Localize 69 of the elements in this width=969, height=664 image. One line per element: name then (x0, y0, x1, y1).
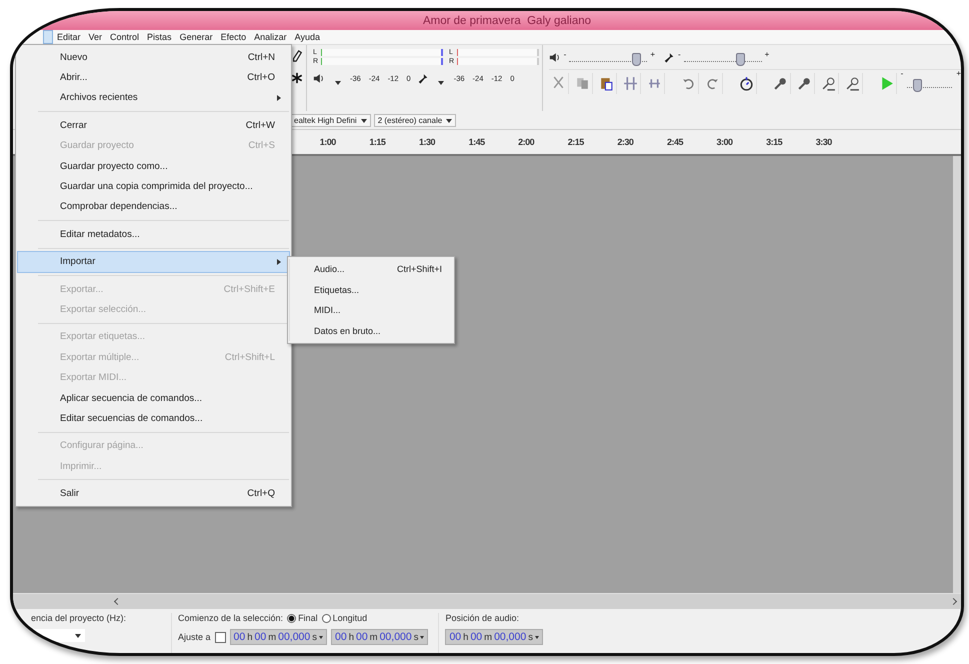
radio-label[interactable]: Final (298, 613, 318, 623)
menu-item[interactable]: Editar (57, 32, 81, 42)
slider-thumb[interactable] (736, 53, 745, 66)
vertical-scrollbar[interactable] (953, 156, 961, 593)
slider-thumb[interactable] (913, 79, 922, 92)
radio-button[interactable] (322, 614, 331, 622)
menu-item[interactable]: Generar (180, 32, 213, 42)
time-label: 2:15 (566, 137, 585, 147)
menu-item[interactable]: Datos en bruto... (289, 320, 454, 341)
time-label: 1:15 (368, 137, 387, 147)
snap-label: Ajuste a (178, 632, 211, 642)
menu-item[interactable]: Nuevo Ctrl+N (18, 47, 289, 68)
menu-item[interactable]: Etiquetas... (289, 280, 454, 300)
time-label: 2:00 (517, 137, 536, 147)
menu-item[interactable]: Editar secuencias de comandos... (18, 408, 289, 429)
menu-item[interactable]: Guardar proyecto como... (18, 156, 289, 176)
menu-item[interactable]: Pistas (147, 32, 172, 42)
menu-item[interactable]: MIDI... (289, 300, 454, 320)
menu-item[interactable]: Editar metadatos... (18, 224, 289, 245)
radio-label[interactable]: Longitud (332, 613, 368, 623)
window-title: Amor de primavera Galy galiano (422, 14, 592, 26)
asterisk-icon[interactable] (291, 71, 303, 85)
rate-dropdown[interactable] (31, 629, 85, 642)
time-label: 3:15 (765, 137, 784, 147)
menu-item[interactable]: Cerrar Ctrl+W (18, 115, 289, 136)
menu-item[interactable]: Comprobar dependencias... (18, 196, 289, 218)
microphone-icon[interactable] (416, 72, 429, 85)
slider-max-label: + (764, 50, 770, 58)
time-label: 2:30 (616, 137, 634, 147)
speaker-icon (548, 50, 561, 64)
time-label: 1:00 (318, 137, 337, 147)
menu-highlight (43, 30, 53, 44)
menu-item[interactable]: Ver (88, 32, 102, 42)
menu-item[interactable]: Ayuda (294, 32, 320, 42)
menu-item[interactable]: Guardar una copia comprimida del proyecto... (18, 176, 289, 197)
rate-label: encia del proyecto (Hz): (31, 613, 128, 623)
time-field[interactable]: 00 h 00 m 00,000 s (445, 629, 543, 645)
speaker-icon[interactable] (313, 72, 325, 85)
menu-item[interactable]: Aplicar secuencia de comandos... (18, 388, 289, 408)
slider-max-label: + (956, 70, 961, 78)
menu-item[interactable]: Archivos recientes (18, 88, 289, 108)
menu-item[interactable]: Efecto (220, 32, 246, 42)
slider-min-label: - (900, 70, 904, 78)
device-dropdown[interactable]: 2 (estéreo) canale (374, 114, 456, 127)
device-dropdown[interactable]: ealtek High Defini (290, 114, 371, 127)
slider-thumb[interactable] (632, 53, 641, 66)
slider-max-label: + (650, 50, 655, 58)
menu-item[interactable]: Importar (18, 252, 289, 272)
slider-min-label: - (678, 50, 681, 58)
slider-min-label: - (564, 50, 566, 58)
menu-item[interactable]: Control (110, 32, 140, 42)
audio-position-label: Posición de audio: (445, 613, 520, 623)
menu-item[interactable]: Analizar (254, 32, 287, 42)
time-label: 3:30 (814, 137, 833, 147)
menu-item[interactable]: Audio... Ctrl+Shift+I (289, 259, 454, 280)
menu-item[interactable]: Abrir... Ctrl+O (18, 67, 289, 88)
selection-label: Comienzo de la selección: (178, 613, 284, 623)
time-label: 1:30 (418, 137, 436, 147)
pencil-icon[interactable] (291, 49, 303, 63)
radio-button[interactable] (287, 614, 296, 622)
microphone-icon (663, 50, 675, 64)
time-field[interactable]: 00 h 00 m 00,000 s (331, 629, 428, 645)
menu-item[interactable]: Salir Ctrl+Q (18, 483, 289, 504)
time-label: 3:00 (716, 137, 734, 147)
time-field[interactable]: 00 h 00 m 00,000 s (230, 629, 327, 645)
time-label: 2:45 (666, 137, 684, 147)
snap-checkbox[interactable] (214, 632, 226, 642)
horizontal-scrollbar[interactable] (13, 593, 961, 609)
time-label: 1:45 (468, 137, 486, 147)
